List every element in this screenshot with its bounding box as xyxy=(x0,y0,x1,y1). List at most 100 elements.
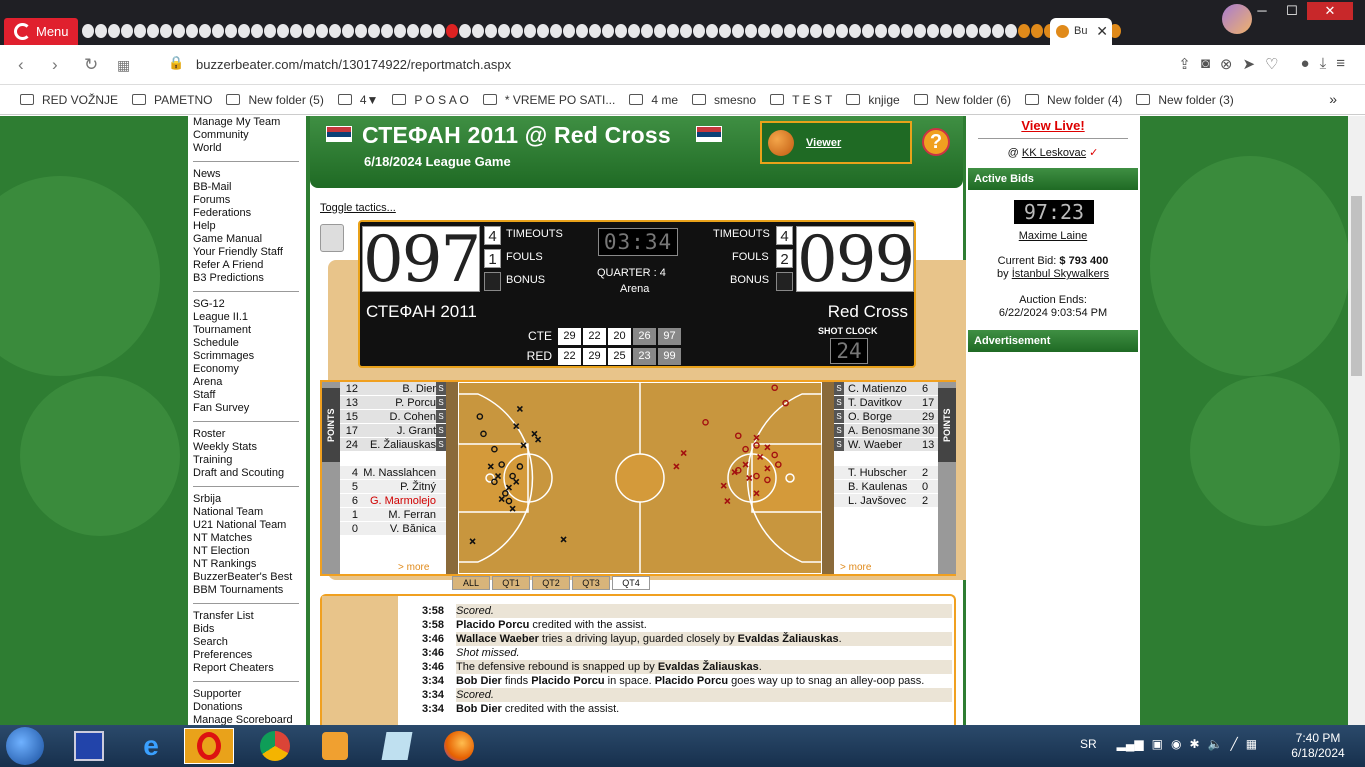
download-icon[interactable]: ⤓ xyxy=(1320,55,1327,73)
tab-favicon-icon[interactable] xyxy=(303,24,315,38)
nav-link[interactable]: Weekly Stats xyxy=(193,441,299,454)
signal-icon[interactable]: ▂▄▆ xyxy=(1117,737,1144,751)
tab-favicon-icon[interactable] xyxy=(810,24,822,38)
player-row[interactable]: 29 O. Borge S xyxy=(834,410,938,424)
bookmark-folder[interactable]: PAMETNO xyxy=(132,93,212,107)
tab-favicon-icon[interactable] xyxy=(589,24,601,38)
tab-favicon-icon[interactable] xyxy=(680,24,692,38)
nav-link[interactable]: Transfer List xyxy=(193,610,299,623)
tab-favicon-icon[interactable] xyxy=(719,24,731,38)
bookmark-folder[interactable]: smesno xyxy=(692,93,756,107)
bookmark-folder[interactable]: New folder (6) xyxy=(913,93,1011,107)
tab-favicon-icon[interactable] xyxy=(186,24,198,38)
nav-link[interactable]: NT Matches xyxy=(193,532,299,545)
page-scrollbar[interactable] xyxy=(1348,116,1365,725)
tab-favicon-icon[interactable] xyxy=(836,24,848,38)
nav-link[interactable]: Economy xyxy=(193,363,299,376)
tab-favicon-icon[interactable] xyxy=(134,24,146,38)
tab-favicon-icon[interactable] xyxy=(420,24,432,38)
tab-favicon-icon[interactable] xyxy=(992,24,1004,38)
tab-strip[interactable] xyxy=(82,22,1167,40)
minimize-icon[interactable]: ─ xyxy=(1247,2,1277,20)
save-app-icon[interactable] xyxy=(64,728,114,764)
nav-link[interactable]: League II.1 xyxy=(193,311,299,324)
quarter-tab-qt1[interactable]: QT1 xyxy=(492,576,530,590)
tab-favicon-icon[interactable] xyxy=(108,24,120,38)
tab-favicon-icon[interactable] xyxy=(199,24,211,38)
tab-favicon-icon[interactable] xyxy=(641,24,653,38)
internet-explorer-icon[interactable]: e xyxy=(126,728,176,764)
nav-link[interactable]: Staff xyxy=(193,389,299,402)
nav-link[interactable]: Arena xyxy=(193,376,299,389)
scroll-icon[interactable] xyxy=(320,224,344,252)
maximize-icon[interactable]: ☐ xyxy=(1277,2,1307,20)
start-button[interactable] xyxy=(6,727,44,765)
tab-favicon-icon[interactable] xyxy=(979,24,991,38)
bookmark-folder[interactable]: P O S A O xyxy=(392,93,469,107)
tab-favicon-icon[interactable] xyxy=(524,24,536,38)
player-name[interactable]: P. Porcu xyxy=(362,396,436,410)
nav-link[interactable]: Supporter xyxy=(193,688,299,701)
nav-link[interactable]: National Team xyxy=(193,506,299,519)
player-row[interactable]: 13 W. Waeber S xyxy=(834,438,938,452)
tab-favicon-icon[interactable] xyxy=(147,24,159,38)
tab-favicon-icon[interactable] xyxy=(875,24,887,38)
tab-favicon-icon[interactable] xyxy=(927,24,939,38)
network-icon[interactable]: ▣ xyxy=(1152,737,1163,751)
bookmark-folder[interactable]: 4 me xyxy=(629,93,678,107)
away-more-link[interactable]: > more xyxy=(840,562,871,573)
scrollbar-thumb[interactable] xyxy=(1351,196,1362,376)
security-icon[interactable]: ◉ xyxy=(1171,737,1181,751)
nav-link[interactable]: Fan Survey xyxy=(193,402,299,415)
tab-favicon-icon[interactable] xyxy=(95,24,107,38)
nav-link[interactable]: Forums xyxy=(193,194,299,207)
easy-setup-icon[interactable]: ≡ xyxy=(1336,55,1345,73)
tab-favicon-icon[interactable] xyxy=(784,24,796,38)
firefox-icon[interactable] xyxy=(434,728,484,764)
tab-favicon-icon[interactable] xyxy=(745,24,757,38)
home-more-link[interactable]: > more xyxy=(398,562,429,573)
bookmarks-more-icon[interactable]: » xyxy=(1329,91,1337,107)
nav-link[interactable]: Manage My Team xyxy=(193,116,299,129)
opera-menu-button[interactable]: Menu xyxy=(4,18,78,45)
nav-link[interactable]: World xyxy=(193,142,299,155)
nav-link[interactable]: Community xyxy=(193,129,299,142)
tab-favicon-icon[interactable] xyxy=(550,24,562,38)
nav-link[interactable]: Tournament xyxy=(193,324,299,337)
nav-link[interactable]: Refer A Friend xyxy=(193,259,299,272)
nav-link[interactable]: Federations xyxy=(193,207,299,220)
tab-favicon-icon[interactable] xyxy=(1031,24,1043,38)
tab-favicon-icon[interactable] xyxy=(888,24,900,38)
tab-favicon-icon[interactable] xyxy=(901,24,913,38)
bookmark-folder[interactable]: RED VOŽNJE xyxy=(20,93,118,107)
tab-favicon-icon[interactable] xyxy=(732,24,744,38)
tab-favicon-icon[interactable] xyxy=(849,24,861,38)
nav-link[interactable]: Search xyxy=(193,636,299,649)
tab-favicon-icon[interactable] xyxy=(472,24,484,38)
player-name[interactable]: V. Bănica xyxy=(362,522,436,536)
player-row[interactable]: 0 V. Bănica xyxy=(340,522,446,536)
nav-link[interactable]: Help xyxy=(193,220,299,233)
tab-favicon-icon[interactable] xyxy=(628,24,640,38)
player-row[interactable]: 2 T. Hubscher xyxy=(834,466,938,480)
tab-favicon-icon[interactable] xyxy=(342,24,354,38)
nav-link[interactable]: Your Friendly Staff xyxy=(193,246,299,259)
player-row[interactable]: 2 L. Javšovec xyxy=(834,494,938,508)
player-row[interactable]: 1 M. Ferran xyxy=(340,508,446,522)
tab-favicon-icon[interactable] xyxy=(394,24,406,38)
tab-favicon-icon[interactable] xyxy=(316,24,328,38)
tab-favicon-icon[interactable] xyxy=(498,24,510,38)
tab-close-icon[interactable]: ✕ xyxy=(1096,18,1108,45)
bookmark-folder[interactable]: * VREME PO SATI... xyxy=(482,93,615,107)
close-window-icon[interactable]: ✕ xyxy=(1307,2,1353,20)
substitution-marker[interactable]: S xyxy=(436,424,446,437)
player-row[interactable]: 24 E. Žaliauskas S xyxy=(340,438,446,452)
tools-icon[interactable]: ✱ xyxy=(1189,737,1199,751)
nav-link[interactable]: Schedule xyxy=(193,337,299,350)
tab-favicon-icon[interactable] xyxy=(511,24,523,38)
nav-link[interactable]: Srbija xyxy=(193,493,299,506)
quarter-tab-all[interactable]: ALL xyxy=(452,576,490,590)
viewer-button[interactable]: Viewer xyxy=(760,121,912,164)
chrome-icon[interactable] xyxy=(250,728,300,764)
player-row[interactable]: 6 G. Marmolejo xyxy=(340,494,446,508)
